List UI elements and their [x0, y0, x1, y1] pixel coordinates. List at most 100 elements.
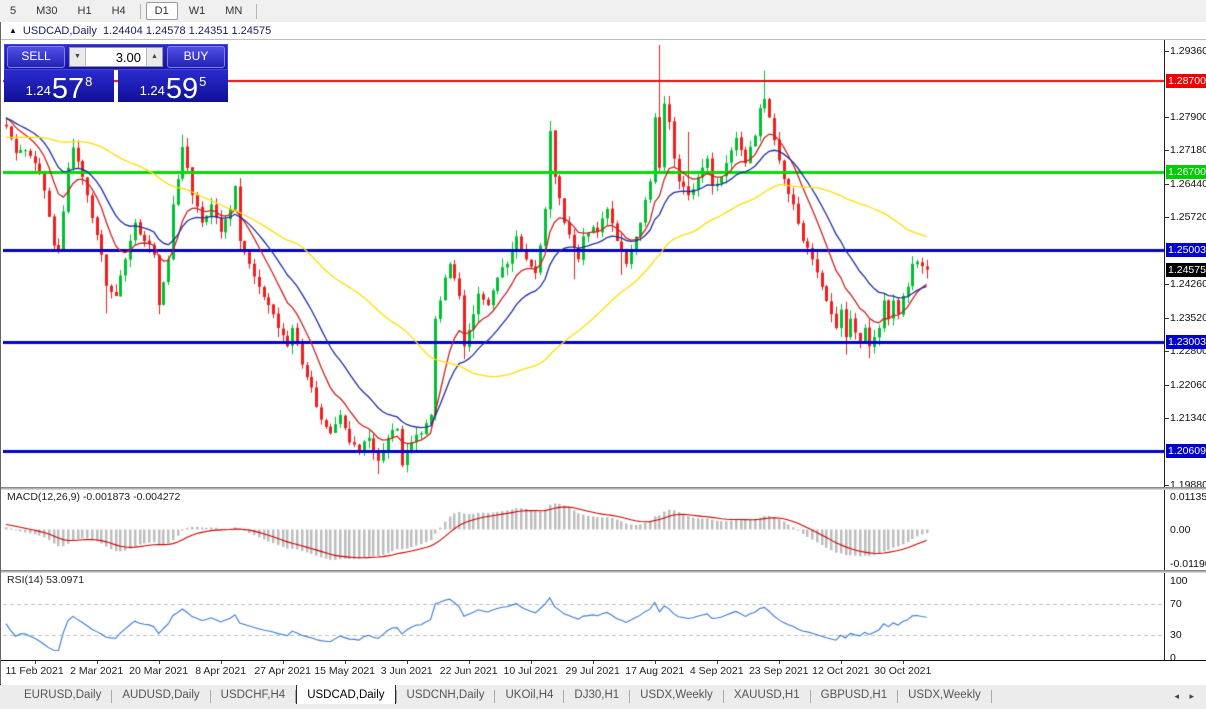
sell-button[interactable]: SELL	[7, 46, 65, 68]
date-tick-label: 17 Aug 2021	[625, 665, 684, 677]
timeframe-button-h4[interactable]: H4	[103, 2, 135, 20]
volume-decrease-icon[interactable]: ▼	[70, 48, 86, 66]
volume-increase-icon[interactable]: ▲	[146, 48, 162, 66]
price-level-badge: 1.20609	[1166, 444, 1206, 458]
tab-usdchf-h4[interactable]: USDCHF,H4	[211, 685, 296, 704]
collapse-chart-icon[interactable]: ▲	[9, 26, 17, 35]
timeframe-button-m30[interactable]: M30	[27, 2, 66, 20]
date-tick-mark	[531, 661, 532, 664]
trading-terminal: 5M30H1H4 D1W1MN ▲ USDCAD,Daily 1.24404 1.2…	[0, 0, 1206, 709]
symbol-tab-bar: EURUSD,DailyAUDUSD,DailyUSDCHF,H4USDCAD,…	[0, 684, 1206, 709]
price-tick-label: 1.22060	[1170, 379, 1206, 391]
timeframe-button-w1[interactable]: W1	[180, 2, 215, 20]
ohlc-close: 1.24575	[232, 25, 272, 37]
buy-button[interactable]: BUY	[167, 46, 225, 68]
price-tick-dash	[1165, 150, 1169, 151]
price-level-badge: 1.26700	[1166, 165, 1206, 179]
tab-separator	[991, 690, 992, 703]
buy-price-display: 1.24595	[118, 70, 228, 102]
date-tick-label: 10 Jul 2021	[504, 665, 558, 677]
price-tick-label: 1.24260	[1170, 278, 1206, 290]
tab-scroll-arrows[interactable]: ◂ ▸	[1174, 691, 1198, 702]
date-tick-mark	[407, 661, 408, 664]
date-tick-mark	[717, 661, 718, 664]
date-tick-label: 8 Apr 2021	[195, 665, 246, 677]
price-tick-dash	[1165, 485, 1169, 486]
tab-audusd-daily[interactable]: AUDUSD,Daily	[112, 685, 209, 704]
date-tick-label: 2 Mar 2021	[70, 665, 123, 677]
date-tick-label: 12 Oct 2021	[812, 665, 869, 677]
volume-stepper: ▼ ▲	[69, 47, 163, 67]
date-tick-mark	[469, 661, 470, 664]
price-tick-dash	[1165, 318, 1169, 319]
tab-usdcad-daily[interactable]: USDCAD,Daily	[296, 684, 395, 704]
tab-ukoil-h4[interactable]: UKOil,H4	[495, 685, 563, 704]
price-tick-dash	[1165, 351, 1169, 352]
price-tick-label: 1.27900	[1170, 111, 1206, 123]
price-axis: 1.293601.279001.271801.264401.257201.242…	[1164, 40, 1206, 660]
date-tick-label: 4 Sep 2021	[690, 665, 744, 677]
price-level-badge: 1.25003	[1166, 243, 1206, 257]
date-axis: 11 Feb 2021 2 Mar 2021 20 Mar 2021 8 Apr 20…	[1, 660, 1206, 685]
macd-axis-label: -0.01190	[1170, 558, 1206, 570]
one-click-trade-panel: SELL ▼ ▲ BUY 1.24578 1.24595	[4, 44, 228, 102]
price-tick-label: 1.21340	[1170, 412, 1206, 424]
macd-panel-splitter[interactable]	[1, 487, 1206, 490]
price-level-badge: 1.28700	[1166, 74, 1206, 88]
price-tick-label: 1.26440	[1170, 178, 1206, 190]
toolbar-separator	[256, 4, 257, 19]
tab-xauusd-h1[interactable]: XAUUSD,H1	[724, 685, 810, 704]
date-tick-mark	[593, 661, 594, 664]
macd-axis-label: 0.00	[1170, 524, 1190, 536]
date-tick-label: 15 May 2021	[314, 665, 375, 677]
date-tick-mark	[655, 661, 656, 664]
timeframe-button-5[interactable]: 5	[1, 2, 25, 20]
tab-dj30-h1[interactable]: DJ30,H1	[564, 685, 629, 704]
sell-price-display: 1.24578	[4, 70, 114, 102]
timeframe-toolbar: 5M30H1H4 D1W1MN	[0, 0, 1206, 23]
date-tick-label: 11 Feb 2021	[6, 665, 64, 677]
timeframe-button-mn[interactable]: MN	[216, 2, 251, 20]
date-tick-mark	[903, 661, 904, 664]
date-tick-mark	[221, 661, 222, 664]
price-chart-canvas[interactable]	[3, 40, 1164, 660]
price-tick-label: 1.27180	[1170, 144, 1206, 156]
chart-symbol-label: USDCAD,Daily	[23, 25, 97, 37]
toolbar-separator	[140, 4, 141, 19]
rsi-axis-label: 100	[1170, 575, 1188, 587]
price-tick-label: 1.25720	[1170, 211, 1206, 223]
date-tick-mark	[779, 661, 780, 664]
date-tick-label: 22 Jun 2021	[440, 665, 498, 677]
date-tick-label: 29 Jul 2021	[566, 665, 620, 677]
chart-title-bar: ▲USDCAD,Daily 1.24404 1.24578 1.24351 1.…	[1, 22, 1206, 40]
timeframe-button-d1[interactable]: D1	[146, 2, 178, 20]
macd-axis-label: 0.01135	[1170, 491, 1206, 503]
tab-usdx-weekly[interactable]: USDX,Weekly	[630, 685, 723, 704]
volume-input[interactable]	[86, 49, 146, 66]
date-tick-label: 23 Sep 2021	[749, 665, 809, 677]
price-level-badge: 1.23003	[1166, 335, 1206, 349]
date-tick-label: 20 Mar 2021	[129, 665, 188, 677]
date-tick-mark	[35, 661, 36, 664]
date-tick-mark	[159, 661, 160, 664]
price-tick-label: 1.23520	[1170, 312, 1206, 324]
timeframe-button-h1[interactable]: H1	[69, 2, 101, 20]
rsi-axis-label: 70	[1170, 598, 1182, 610]
tab-eurusd-daily[interactable]: EURUSD,Daily	[14, 685, 111, 704]
tab-usdcnh-daily[interactable]: USDCNH,Daily	[397, 685, 495, 704]
rsi-indicator-label: RSI(14) 53.0971	[7, 574, 84, 586]
price-tick-dash	[1165, 217, 1169, 218]
ohlc-open: 1.24404	[103, 25, 143, 37]
price-tick-dash	[1165, 117, 1169, 118]
ohlc-high: 1.24578	[146, 25, 186, 37]
tab-gbpusd-h1[interactable]: GBPUSD,H1	[811, 685, 897, 704]
price-tick-dash	[1165, 385, 1169, 386]
tab-usdx-weekly[interactable]: USDX,Weekly	[898, 685, 991, 704]
rsi-axis-label: 30	[1170, 629, 1182, 641]
chart-window: ▲USDCAD,Daily 1.24404 1.24578 1.24351 1.…	[0, 22, 1206, 684]
rsi-panel-splitter[interactable]	[1, 570, 1206, 573]
price-tick-dash	[1165, 284, 1169, 285]
date-tick-mark	[345, 661, 346, 664]
macd-indicator-label: MACD(12,26,9) -0.001873 -0.004272	[7, 491, 180, 503]
date-tick-label: 30 Oct 2021	[874, 665, 931, 677]
